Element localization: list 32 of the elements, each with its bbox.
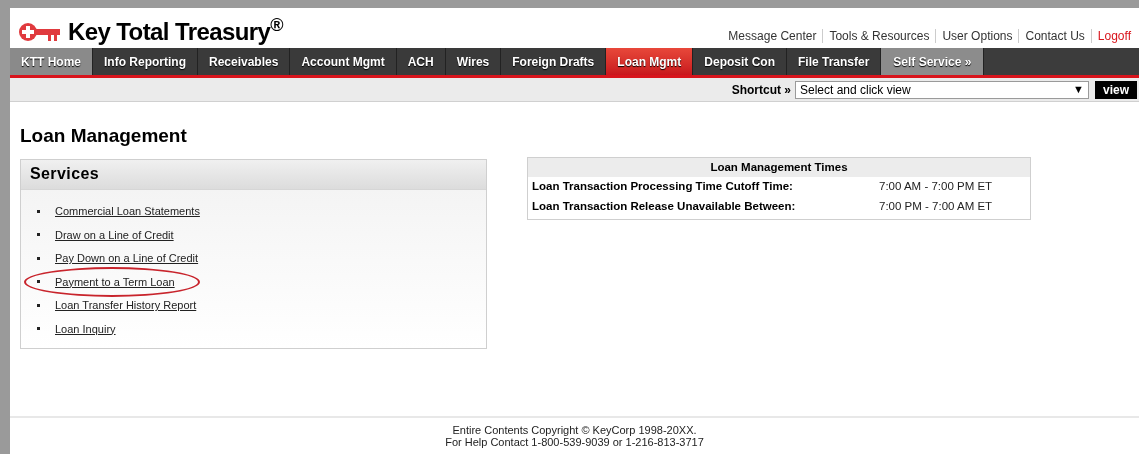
bullet-icon — [37, 209, 40, 213]
shortcut-label: Shortcut » — [731, 81, 791, 99]
bullet-icon — [37, 256, 40, 260]
top-link[interactable]: Message Center — [728, 27, 817, 45]
panel-title: Services — [21, 159, 486, 190]
bullet-icon — [37, 303, 40, 307]
service-link[interactable]: Loan Transfer History Report — [55, 297, 197, 314]
service-link[interactable]: Pay Down on a Line of Credit — [55, 250, 199, 267]
service-link[interactable]: Loan Inquiry — [55, 320, 116, 337]
top-link[interactable]: Contact Us — [1025, 27, 1085, 45]
bullet-icon — [37, 233, 40, 237]
nav-tab[interactable]: Loan Mgmt — [606, 48, 694, 75]
row-value: 7:00 PM - 7:00 AM ET — [879, 198, 993, 214]
top-link[interactable]: User Options — [942, 27, 1013, 45]
bullet-icon — [37, 327, 40, 331]
footer-text: For Help Contact 1-800-539-9039 or 1-216-813-3717 — [445, 436, 704, 448]
service-link[interactable]: Draw on a Line of Credit — [55, 226, 174, 243]
view-button[interactable]: view — [1095, 80, 1137, 99]
bullet-icon — [37, 280, 40, 284]
key-logo-icon — [18, 21, 62, 43]
row-label: Loan Transaction Release Unavailable Between: — [532, 198, 797, 214]
page-title: Loan Management — [20, 124, 188, 148]
row-value: 7:00 AM - 7:00 PM ET — [879, 178, 993, 194]
top-link[interactable]: Logoff — [1097, 27, 1131, 45]
service-link[interactable]: Payment to a Term Loan — [55, 273, 175, 290]
shortcut-select[interactable]: Select and click view ▼ — [795, 80, 1089, 99]
top-link[interactable]: Tools & Resources — [829, 27, 930, 45]
footer-text: Entire Contents Copyright © KeyCorp 1998-20XX. — [452, 424, 697, 436]
brand-title: Key Total Treasury$^{®}$ — [68, 20, 283, 44]
service-link[interactable]: Commercial Loan Statements — [55, 203, 200, 220]
row-label: Loan Transaction Processing Time Cutoff Time: — [532, 178, 794, 194]
table-title: Loan Management Times — [528, 157, 1030, 177]
